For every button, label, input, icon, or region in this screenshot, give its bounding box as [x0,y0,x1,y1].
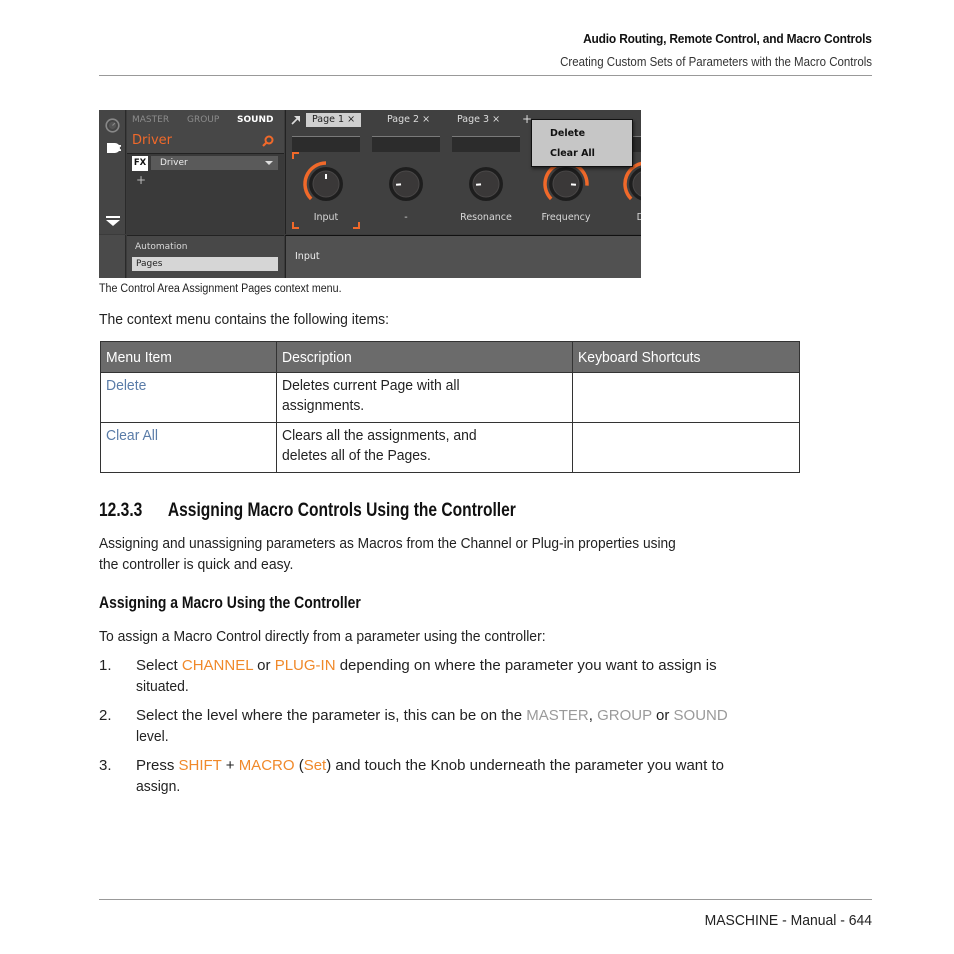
pages-item[interactable]: Pages [132,257,278,271]
knob-input[interactable] [302,160,350,208]
description-cell: Deletes current Page with all assignments… [276,372,573,423]
knob-label: Resonance [460,212,512,223]
step-number: 3. [99,757,112,774]
knob-label: Frequency [541,212,591,223]
lead-paragraph: To assign a Macro Control directly from … [99,628,546,645]
shortcut-cell [572,372,800,423]
knob-resonance[interactable] [462,160,510,208]
step-text: Select the level where the parameter is,… [136,707,728,745]
ui-term-plug-in: PLUG-IN [274,657,336,674]
macro-name-slot[interactable] [372,136,440,152]
knob-label: Dist [636,212,641,223]
section-title: Creating Custom Sets of Parameters with … [560,55,872,69]
page-tab-2[interactable]: Page 2 × [381,113,436,127]
ui-term-set: Set [303,757,327,774]
macro-name-slot[interactable] [452,136,520,152]
page-footer: MASCHINE - Manual - 644 [704,912,872,929]
ui-term-shift: SHIFT [178,757,222,774]
footer-divider [99,899,872,900]
knob-dist[interactable] [622,160,641,208]
intro-text: The context menu contains the following … [99,311,390,328]
icon-column [99,110,126,234]
control-area: Page 1 × Page 2 × Page 3 × + Input - Reson… [285,110,641,234]
plugin-slot-dropdown[interactable]: Driver [151,156,278,170]
maschine-screenshot: MASTER GROUP SOUND Driver FX Driver + Au… [99,110,641,278]
selection-corner [353,222,360,229]
macro-name-slot[interactable] [292,136,360,152]
expand-arrow-icon[interactable] [291,115,301,125]
table-row: Delete Deletes current Page with all assi… [100,372,800,423]
step-text: Select CHANNEL or PLUG-IN depending on w… [136,657,717,695]
channel-properties-icon[interactable] [105,118,120,133]
step-text: Press SHIFT + MACRO (Set) and touch the … [136,757,724,795]
menu-item-cell[interactable]: Delete [100,372,277,423]
ui-term-sound: SOUND [673,707,728,724]
ui-term-master: MASTER [526,707,589,724]
level-group-tab[interactable]: GROUP [187,115,219,125]
level-header: MASTER GROUP SOUND Driver [127,110,284,154]
section-heading-text: Assigning Macro Controls Using the Contr… [167,500,516,521]
step-number: 2. [99,707,112,724]
page-tab-1[interactable]: Page 1 × [306,113,362,127]
knob-empty[interactable] [382,160,430,208]
table-header-row: Menu Item Description Keyboard Shortcuts [100,341,800,373]
section-paragraph: Assigning and unassigning parameters as … [99,535,676,573]
menu-item-cell[interactable]: Clear All [100,422,277,473]
plugin-title: Driver [132,133,173,148]
column-header: Keyboard Shortcuts [572,341,800,373]
menu-item-delete[interactable]: Delete [550,128,585,139]
column-header: Menu Item [100,341,277,373]
page-tab-3[interactable]: Page 3 × [451,113,506,127]
chevron-down-icon [265,161,273,165]
figure-caption: The Control Area Assignment Pages contex… [99,283,342,295]
header-divider [99,75,872,76]
step-number: 1. [99,657,112,674]
knob-label: Input [313,212,339,223]
parameter-info-bar: Input [285,235,641,278]
section-heading: 12.3.3 Assigning Macro Controls Using the… [99,500,516,522]
selection-corner [292,222,299,229]
table-row: Clear All Clears all the assignments, an… [100,422,800,473]
knob-label: - [404,212,408,223]
selected-parameter-name: Input [295,251,320,262]
plugin-slot-name: Driver [160,158,188,168]
ui-term-group: GROUP [597,707,652,724]
menu-items-table: Menu Item Description Keyboard Shortcuts… [100,341,800,473]
level-master-tab[interactable]: MASTER [132,115,169,125]
menu-item-clear-all[interactable]: Clear All [550,148,595,159]
section-number: 12.3.3 [99,500,143,521]
search-icon[interactable] [262,135,274,147]
automation-pages-panel: Automation Pages [127,235,284,278]
subheading: Assigning a Macro Using the Controller [99,593,361,612]
selection-corner [292,152,299,159]
chapter-title: Audio Routing, Remote Control, and Macro… [583,31,872,46]
knob-frequency[interactable] [542,160,590,208]
column-header: Description [276,341,573,373]
fx-badge: FX [132,156,148,171]
ui-term-macro: MACRO [238,757,295,774]
ui-term-channel: CHANNEL [181,657,253,674]
add-plugin-button[interactable]: + [136,173,146,187]
description-cell: Clears all the assignments, and deletes a… [276,422,573,473]
automation-label[interactable]: Automation [135,242,187,252]
shortcut-cell [572,422,800,473]
icon-column-bottom [99,235,126,278]
plugin-list-panel: MASTER GROUP SOUND Driver FX Driver + [127,110,284,234]
context-menu: Delete Clear All [531,119,633,167]
collapse-arrow-icon[interactable] [106,216,120,226]
level-sound-tab[interactable]: SOUND [237,115,273,125]
plugin-icon[interactable] [105,142,121,154]
